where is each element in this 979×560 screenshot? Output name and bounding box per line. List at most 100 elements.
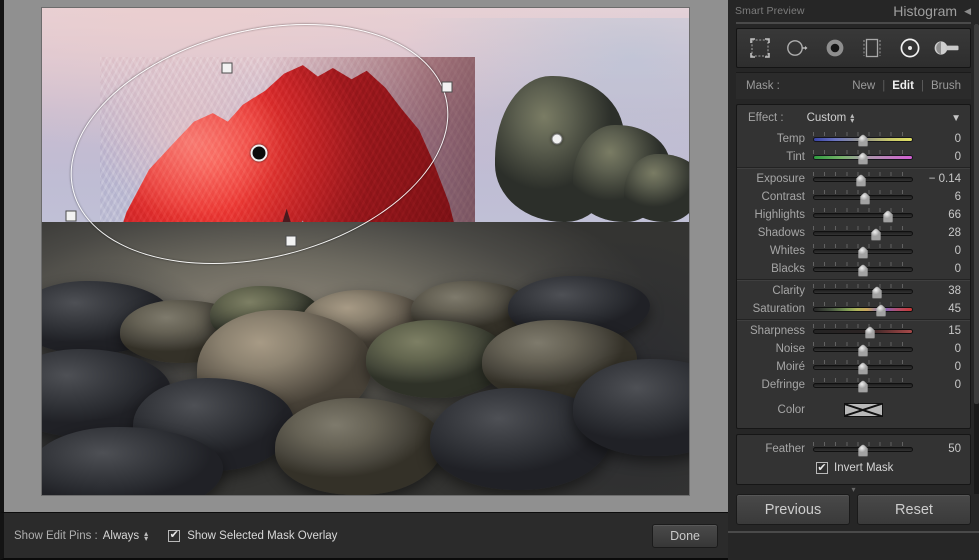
spot-removal-tool[interactable] xyxy=(782,34,812,62)
done-button[interactable]: Done xyxy=(652,523,718,548)
color-group: Color xyxy=(737,396,970,425)
mask-option-edit[interactable]: Edit xyxy=(892,80,914,92)
slider-row-feather: Feather 50 xyxy=(737,440,970,458)
slider-value[interactable]: 66 xyxy=(913,209,961,221)
smart-preview-label[interactable]: Smart Preview xyxy=(735,5,805,17)
slider-whites[interactable] xyxy=(813,244,913,259)
color-swatch-button[interactable] xyxy=(843,403,883,417)
feather-value[interactable]: 50 xyxy=(913,443,961,455)
slider-defringe[interactable] xyxy=(813,378,913,393)
slider-track xyxy=(813,231,913,236)
slider-row-defringe: Defringe 0 xyxy=(737,376,970,394)
slider-row-saturation: Saturation 45 xyxy=(737,300,970,318)
slider-label: Noise xyxy=(775,343,805,355)
chevron-left-icon[interactable]: ◀ xyxy=(964,6,971,17)
photo-image[interactable] xyxy=(42,8,689,495)
slider-moiré[interactable] xyxy=(813,360,913,375)
slider-label: Defringe xyxy=(761,379,805,391)
slider-label: Shadows xyxy=(757,227,805,239)
mask-options: New | Edit | Brush xyxy=(852,80,961,92)
slider-value[interactable]: 0 xyxy=(913,245,961,257)
mask-option-brush[interactable]: Brush xyxy=(931,80,961,92)
histogram-title: Histogram xyxy=(893,3,958,19)
show-mask-overlay-label: Show Selected Mask Overlay xyxy=(187,529,338,542)
panel-scrollbar-thumb[interactable] xyxy=(974,24,979,404)
effect-slider-panel: Effect : Custom ▴ ▾ ▼ Temp 0 Tint 0 Exposure… xyxy=(736,104,971,429)
slider-value[interactable]: 45 xyxy=(913,303,961,315)
slider-highlights[interactable] xyxy=(813,208,913,223)
effect-row: Effect : Custom ▴ ▾ ▼ xyxy=(737,107,970,129)
slider-value[interactable]: 0 xyxy=(913,361,961,373)
slider-value[interactable]: 0 xyxy=(913,133,961,145)
slider-ticks xyxy=(813,208,913,212)
show-edit-pins-value[interactable]: Always xyxy=(103,530,139,542)
panel-buttons: Previous Reset xyxy=(736,494,971,525)
slider-ticks xyxy=(813,190,913,194)
slider-label: Moiré xyxy=(776,361,805,373)
slider-row-exposure: Exposure − 0.14 xyxy=(737,170,970,188)
image-canvas-area[interactable] xyxy=(0,0,728,512)
slider-label: Saturation xyxy=(752,303,805,315)
show-mask-overlay-checkbox[interactable]: ✔ Show Selected Mask Overlay xyxy=(168,529,338,542)
slider-value[interactable]: 28 xyxy=(913,227,961,239)
effect-menu-triangle-icon[interactable]: ▼ xyxy=(951,113,961,124)
stepper-down-icon: ▾ xyxy=(850,116,855,125)
mask-option-new[interactable]: New xyxy=(852,80,875,92)
previous-button[interactable]: Previous xyxy=(736,494,850,525)
feather-slider[interactable] xyxy=(813,442,913,457)
mask-label: Mask : xyxy=(746,80,780,92)
slider-shadows[interactable] xyxy=(813,226,913,241)
panel-collapse-caret-icon[interactable]: ▾ xyxy=(728,485,979,494)
histogram-header-group[interactable]: Histogram ◀ xyxy=(893,3,971,19)
slider-exposure[interactable] xyxy=(813,172,913,187)
right-side-panel: Smart Preview Histogram ◀ Mask: New | E… xyxy=(728,0,979,560)
slider-row-noise: Noise 0 xyxy=(737,340,970,358)
panel-bottom-divider xyxy=(728,531,979,533)
slider-blacks[interactable] xyxy=(813,262,913,277)
crop-overlay-tool[interactable] xyxy=(745,34,775,62)
invert-mask-checkbox[interactable]: ✔ Invert Mask xyxy=(737,458,970,478)
slider-group-white-balance: Temp 0 Tint 0 xyxy=(737,129,970,168)
photo-frame[interactable] xyxy=(42,8,689,495)
slider-value[interactable]: 38 xyxy=(913,285,961,297)
slider-row-sharpness: Sharpness 15 xyxy=(737,322,970,340)
feather-panel: Feather 50 ✔ Invert Mask xyxy=(736,434,971,485)
adjustment-brush-tool[interactable] xyxy=(932,34,962,62)
slider-contrast[interactable] xyxy=(813,190,913,205)
slider-value[interactable]: 6 xyxy=(913,191,961,203)
effect-preset-value[interactable]: Custom xyxy=(807,112,847,124)
mask-row: Mask : New | Edit | Brush xyxy=(736,72,971,99)
slider-groups: Temp 0 Tint 0 Exposure − 0.14 Contrast 6 Highlig… xyxy=(737,129,970,396)
stepper-down-icon: ▾ xyxy=(144,533,149,543)
effect-stepper[interactable]: ▴ ▾ xyxy=(850,112,855,125)
mask-separator: | xyxy=(882,80,886,92)
show-edit-pins-stepper[interactable]: ▴ ▾ xyxy=(144,529,149,543)
slider-value[interactable]: 0 xyxy=(913,379,961,391)
color-swatch-wrap xyxy=(813,403,913,417)
slider-noise[interactable] xyxy=(813,342,913,357)
slider-clarity[interactable] xyxy=(813,284,913,299)
slider-value[interactable]: 15 xyxy=(913,325,961,337)
slider-temp[interactable] xyxy=(813,132,913,147)
slider-value[interactable]: 0 xyxy=(913,263,961,275)
red-eye-correction-tool[interactable] xyxy=(820,34,850,62)
slider-sharpness[interactable] xyxy=(813,324,913,339)
slider-label: Tint xyxy=(786,151,805,163)
slider-group-detail: Sharpness 15 Noise 0 Moiré 0 Defringe 0 xyxy=(737,320,970,396)
slider-row-contrast: Contrast 6 xyxy=(737,188,970,206)
slider-value[interactable]: 0 xyxy=(913,343,961,355)
radial-filter-tool[interactable] xyxy=(895,34,925,62)
slider-label: Contrast xyxy=(761,191,805,203)
slider-value[interactable]: − 0.14 xyxy=(913,173,961,185)
slider-tint[interactable] xyxy=(813,150,913,165)
slider-row-moiré: Moiré 0 xyxy=(737,358,970,376)
reset-button[interactable]: Reset xyxy=(857,494,971,525)
graduated-filter-tool[interactable] xyxy=(857,34,887,62)
slider-value[interactable]: 0 xyxy=(913,151,961,163)
panel-scrollbar[interactable] xyxy=(974,24,979,494)
slider-group-presence: Clarity 38 Saturation 45 xyxy=(737,280,970,320)
slider-label: Sharpness xyxy=(750,325,805,337)
slider-label: Clarity xyxy=(772,285,805,297)
slider-saturation[interactable] xyxy=(813,302,913,317)
local-adjustment-tool-strip xyxy=(736,28,971,68)
